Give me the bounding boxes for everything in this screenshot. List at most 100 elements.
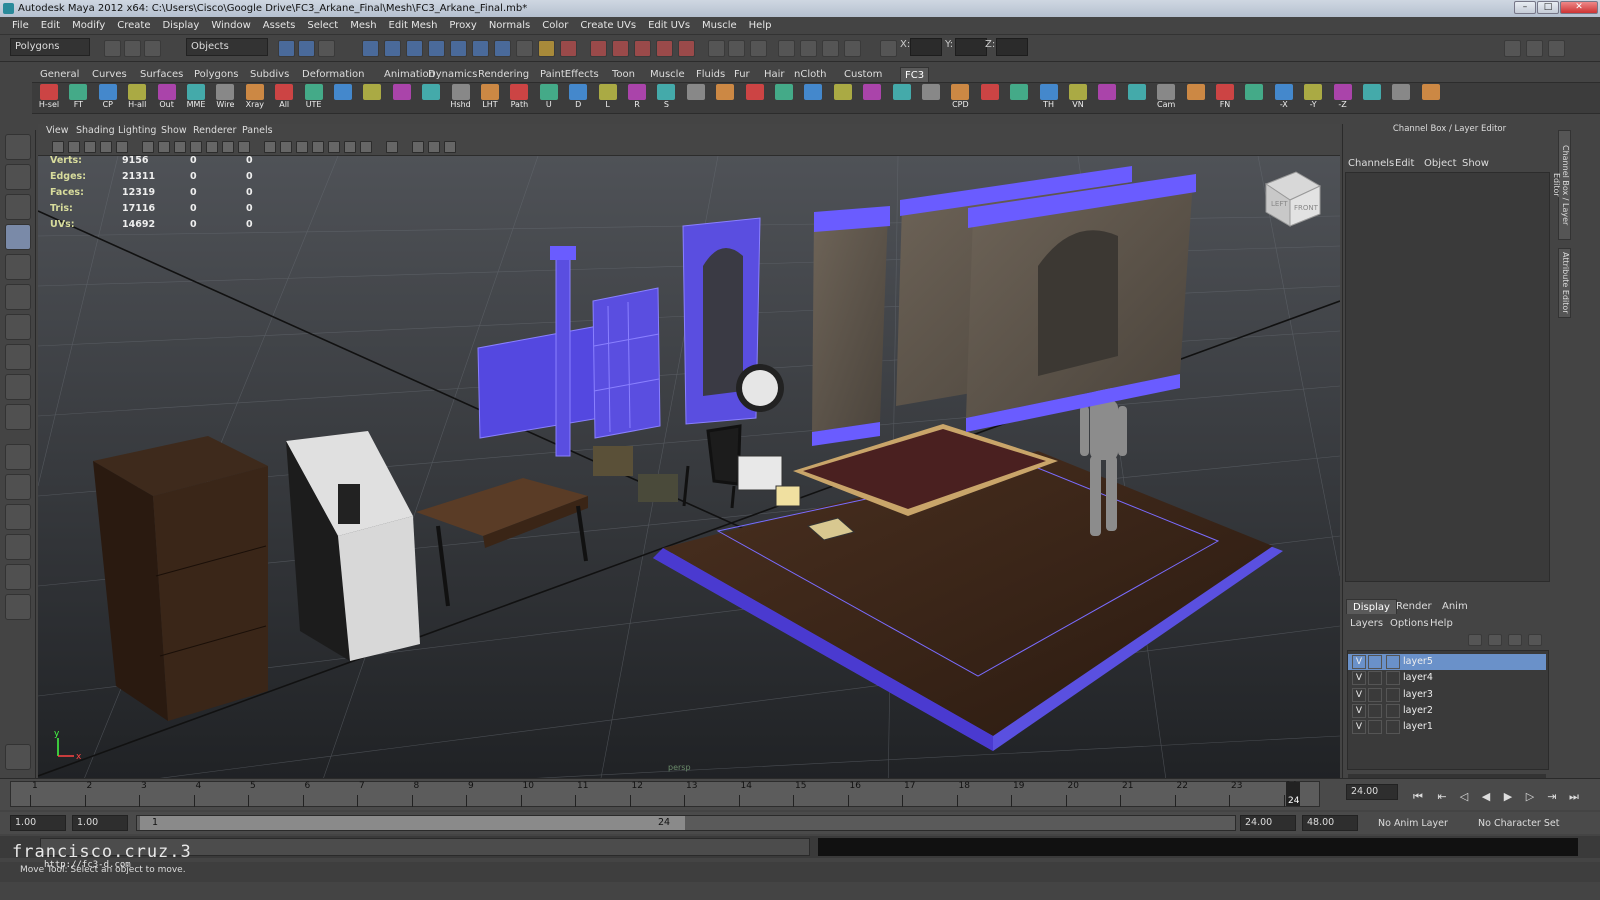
channels-menu[interactable]: Channels	[1348, 158, 1394, 169]
shelf-button-tool-10[interactable]	[330, 84, 356, 112]
layer-row[interactable]: Vlayer4	[1348, 670, 1546, 686]
layout-single-icon[interactable]	[778, 40, 795, 57]
menu-mesh[interactable]: Mesh	[344, 20, 382, 31]
soft-modification-icon[interactable]	[5, 344, 31, 370]
input-ops-icon[interactable]	[560, 40, 577, 57]
shelf-button-tool-29[interactable]	[889, 84, 915, 112]
viewport-toolbar-icon[interactable]	[190, 141, 202, 153]
shelf-tab-custom[interactable]: Custom	[840, 67, 886, 82]
shelf-button-tool-27[interactable]	[830, 84, 856, 112]
shelf-button-ft[interactable]: FT	[65, 84, 91, 112]
shelf-tab-ncloth[interactable]: nCloth	[790, 67, 830, 82]
shelf-tab-curves[interactable]: Curves	[88, 67, 131, 82]
tab-render[interactable]: Render	[1390, 599, 1438, 614]
save-scene-icon[interactable]	[144, 40, 161, 57]
select-object-icon[interactable]	[298, 40, 315, 57]
channel-box-side-tab[interactable]: Channel Box / Layer Editor	[1552, 130, 1571, 240]
viewport-toolbar-icon[interactable]	[116, 141, 128, 153]
shelf-button-tool-33[interactable]	[1006, 84, 1032, 112]
channel-list[interactable]	[1345, 172, 1550, 582]
playback-end-field[interactable]: 24.00	[1240, 815, 1296, 831]
x-field[interactable]	[910, 38, 942, 56]
layer-playback-toggle[interactable]	[1368, 703, 1382, 718]
select-tool-icon[interactable]	[5, 134, 31, 160]
selection-mode-dropdown[interactable]: Objects	[186, 38, 268, 56]
help-icon[interactable]	[516, 40, 533, 57]
y-field[interactable]	[955, 38, 987, 56]
shelf-button--y[interactable]: -Y	[1300, 84, 1326, 112]
ipr-render-icon[interactable]	[612, 40, 629, 57]
viewport-toolbar-icon[interactable]	[174, 141, 186, 153]
shelf-button-d[interactable]: D	[565, 84, 591, 112]
move-layer-down-icon[interactable]	[1528, 634, 1542, 646]
shelf-tab-surfaces[interactable]: Surfaces	[136, 67, 187, 82]
viewport-toolbar-icon[interactable]	[412, 141, 424, 153]
shelf-tab-subdivs[interactable]: Subdivs	[246, 67, 293, 82]
menu-edit-mesh[interactable]: Edit Mesh	[383, 20, 444, 31]
show-attribute-editor-icon[interactable]	[1504, 40, 1521, 57]
viewport-toolbar-icon[interactable]	[52, 141, 64, 153]
menu-color[interactable]: Color	[536, 20, 574, 31]
shelf-button-tool-32[interactable]	[977, 84, 1003, 112]
shelf-button-tool-45[interactable]	[1359, 84, 1385, 112]
shelf-button-tool-23[interactable]	[712, 84, 738, 112]
open-scene-icon[interactable]	[124, 40, 141, 57]
shelf-tab-dynamics[interactable]: Dynamics	[424, 67, 481, 82]
new-empty-layer-icon[interactable]	[1468, 634, 1482, 646]
snap-point-icon[interactable]	[406, 40, 423, 57]
shelf-button-h-all[interactable]: H-all	[124, 84, 150, 112]
viewport-toolbar-icon[interactable]	[328, 141, 340, 153]
shelf-button-tool-11[interactable]	[359, 84, 385, 112]
shelf-button-tool-47[interactable]	[1418, 84, 1444, 112]
viewport-toolbar-icon[interactable]	[238, 141, 250, 153]
shelf-tab-fluids[interactable]: Fluids	[692, 67, 729, 82]
current-time-field[interactable]: 24.00	[1346, 784, 1398, 800]
shelf-button-s[interactable]: S	[653, 84, 679, 112]
shelf-button-cam[interactable]: Cam	[1153, 84, 1179, 112]
shelf-button-cpd[interactable]: CPD	[947, 84, 973, 112]
viewport-menu-panels[interactable]: Panels	[242, 124, 273, 138]
shelf-button-path[interactable]: Path	[506, 84, 532, 112]
menu-muscle[interactable]: Muscle	[696, 20, 743, 31]
layout-persp-graph-hypergraph-icon[interactable]	[5, 594, 31, 620]
shelf-button-ute[interactable]: UTE	[301, 84, 327, 112]
viewport-menu-lighting[interactable]: Lighting	[118, 124, 156, 138]
maximize-button[interactable]: □	[1537, 1, 1559, 14]
layer-color-swatch[interactable]	[1386, 687, 1400, 702]
show-menu[interactable]: Show	[1462, 158, 1489, 169]
shelf-button-tool-13[interactable]	[418, 84, 444, 112]
viewport-toolbar-icon[interactable]	[312, 141, 324, 153]
new-scene-icon[interactable]	[104, 40, 121, 57]
layout-persp-outliner-icon[interactable]	[5, 504, 31, 530]
viewport-toolbar-icon[interactable]	[444, 141, 456, 153]
menu-create[interactable]: Create	[111, 20, 156, 31]
last-tool-icon[interactable]	[5, 404, 31, 430]
viewport-toolbar-icon[interactable]	[428, 141, 440, 153]
layer-color-swatch[interactable]	[1386, 703, 1400, 718]
shelf-button-r[interactable]: R	[624, 84, 650, 112]
shelf-tab-muscle[interactable]: Muscle	[646, 67, 689, 82]
tab-anim[interactable]: Anim	[1436, 599, 1474, 614]
shelf-tab-fc3[interactable]: FC3	[900, 67, 930, 82]
end-time-field[interactable]: 48.00	[1302, 815, 1358, 831]
layer-color-swatch[interactable]	[1386, 720, 1400, 735]
options-menu[interactable]: Options	[1390, 618, 1429, 629]
door[interactable]	[592, 287, 661, 439]
viewport-toolbar-icon[interactable]	[142, 141, 154, 153]
viewport-toolbar-icon[interactable]	[280, 141, 292, 153]
shelf-button-hshd[interactable]: Hshd	[448, 84, 474, 112]
history-icon[interactable]	[472, 40, 489, 57]
viewport-menu-renderer[interactable]: Renderer	[193, 124, 236, 138]
new-layer-from-selected-icon[interactable]	[1488, 634, 1502, 646]
step-back-frame-icon[interactable]: ◁	[1456, 789, 1472, 805]
render-region-icon[interactable]	[678, 40, 695, 57]
shelf-tab-general[interactable]: General	[36, 67, 83, 82]
tool-settings-icon[interactable]	[750, 40, 767, 57]
menu-assets[interactable]: Assets	[257, 20, 302, 31]
step-back-key-icon[interactable]: ⇤	[1434, 789, 1450, 805]
render-settings-icon[interactable]	[634, 40, 651, 57]
viewport-toolbar-icon[interactable]	[158, 141, 170, 153]
layer-color-swatch[interactable]	[1386, 671, 1400, 686]
menu-help[interactable]: Help	[743, 20, 778, 31]
shelf-tab-polygons[interactable]: Polygons	[190, 67, 243, 82]
